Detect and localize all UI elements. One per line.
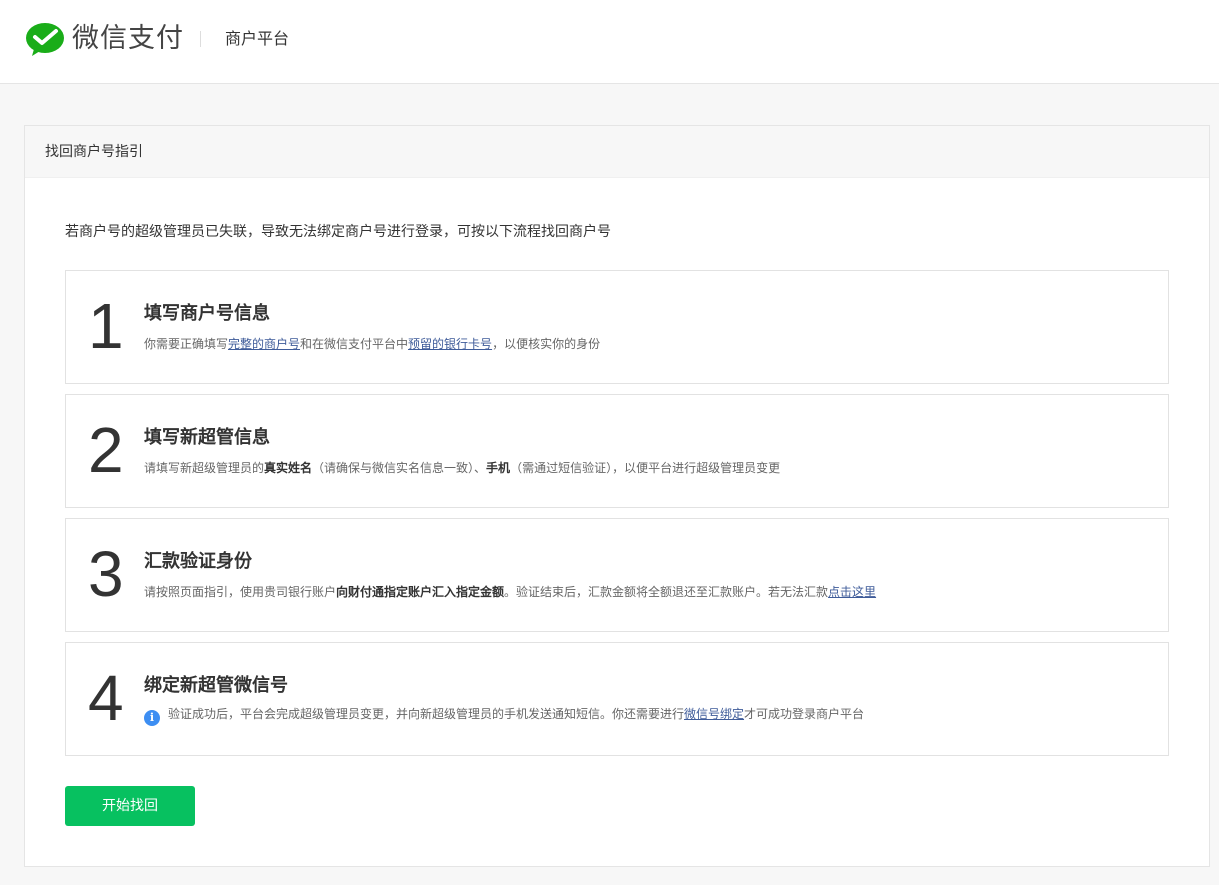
wechat-pay-logo-icon (26, 23, 64, 56)
step-title: 填写商户号信息 (144, 303, 270, 324)
desc-emphasis: 手机 (486, 461, 511, 475)
step-title: 填写新超管信息 (144, 427, 270, 448)
platform-name: 商户平台 (225, 29, 290, 48)
step-description: 请填写新超级管理员的真实姓名（请确保与微信实名信息一致）、手机（需通过短信验证）… (144, 459, 780, 476)
step-number: 3 (88, 538, 124, 610)
step-title: 绑定新超管微信号 (144, 675, 288, 696)
desc-text: 验证成功后，平台会完成超级管理员变更，并向新超级管理员的手机发送通知短信。你还需… (168, 707, 685, 721)
step-description: 你需要正确填写完整的商户号和在微信支付平台中预留的银行卡号，以便核实你的身份 (144, 335, 600, 352)
desc-text: 请填写新超级管理员的 (144, 461, 265, 475)
desc-text: （需通过短信验证），以便平台进行超级管理员变更 (510, 461, 781, 475)
step-description: i 验证成功后，平台会完成超级管理员变更，并向新超级管理员的手机发送通知短信。你还… (144, 705, 864, 726)
desc-emphasis: 向财付通指定账户汇入指定金额 (336, 585, 505, 599)
desc-text: 和在微信支付平台中 (300, 337, 409, 351)
click-here-link[interactable]: 点击这里 (828, 585, 876, 599)
brand-name: 微信支付 (72, 23, 184, 54)
start-recovery-button[interactable]: 开始找回 (65, 786, 195, 826)
desc-emphasis: 真实姓名 (264, 461, 313, 475)
full-merchant-id-link[interactable]: 完整的商户号 (228, 337, 300, 351)
panel-title: 找回商户号指引 (25, 126, 1209, 178)
header-divider (200, 31, 201, 47)
step-4-card: 4 绑定新超管微信号 i 验证成功后，平台会完成超级管理员变更，并向新超级管理员的… (65, 642, 1169, 756)
step-2-card: 2 填写新超管信息 请填写新超级管理员的真实姓名（请确保与微信实名信息一致）、手… (65, 394, 1169, 508)
info-icon: i (144, 710, 160, 726)
recovery-guide-panel: 找回商户号指引 若商户号的超级管理员已失联，导致无法绑定商户号进行登录，可按以下… (24, 125, 1210, 867)
desc-text: ，以便核实你的身份 (492, 337, 601, 351)
desc-text: 。验证结束后，汇款金额将全额退还至汇款账户。若无法汇款 (504, 585, 829, 599)
desc-text: 请按照页面指引，使用贵司银行账户 (144, 585, 337, 599)
step-description: 请按照页面指引，使用贵司银行账户向财付通指定账户汇入指定金额。验证结束后，汇款金… (144, 583, 876, 600)
step-number: 2 (88, 414, 124, 486)
wechat-binding-link[interactable]: 微信号绑定 (684, 707, 744, 721)
intro-text: 若商户号的超级管理员已失联，导致无法绑定商户号进行登录，可按以下流程找回商户号 (65, 224, 611, 240)
desc-text: （请确保与微信实名信息一致）、 (312, 461, 487, 475)
reserved-bank-card-link[interactable]: 预留的银行卡号 (408, 337, 492, 351)
step-number: 1 (88, 290, 124, 362)
step-1-card: 1 填写商户号信息 你需要正确填写完整的商户号和在微信支付平台中预留的银行卡号，… (65, 270, 1169, 384)
desc-text: 你需要正确填写 (144, 337, 229, 351)
desc-text: 才可成功登录商户平台 (744, 707, 865, 721)
top-bar: 微信支付 商户平台 (0, 0, 1219, 84)
step-title: 汇款验证身份 (144, 551, 252, 572)
step-number: 4 (88, 662, 124, 734)
step-3-card: 3 汇款验证身份 请按照页面指引，使用贵司银行账户向财付通指定账户汇入指定金额。… (65, 518, 1169, 632)
